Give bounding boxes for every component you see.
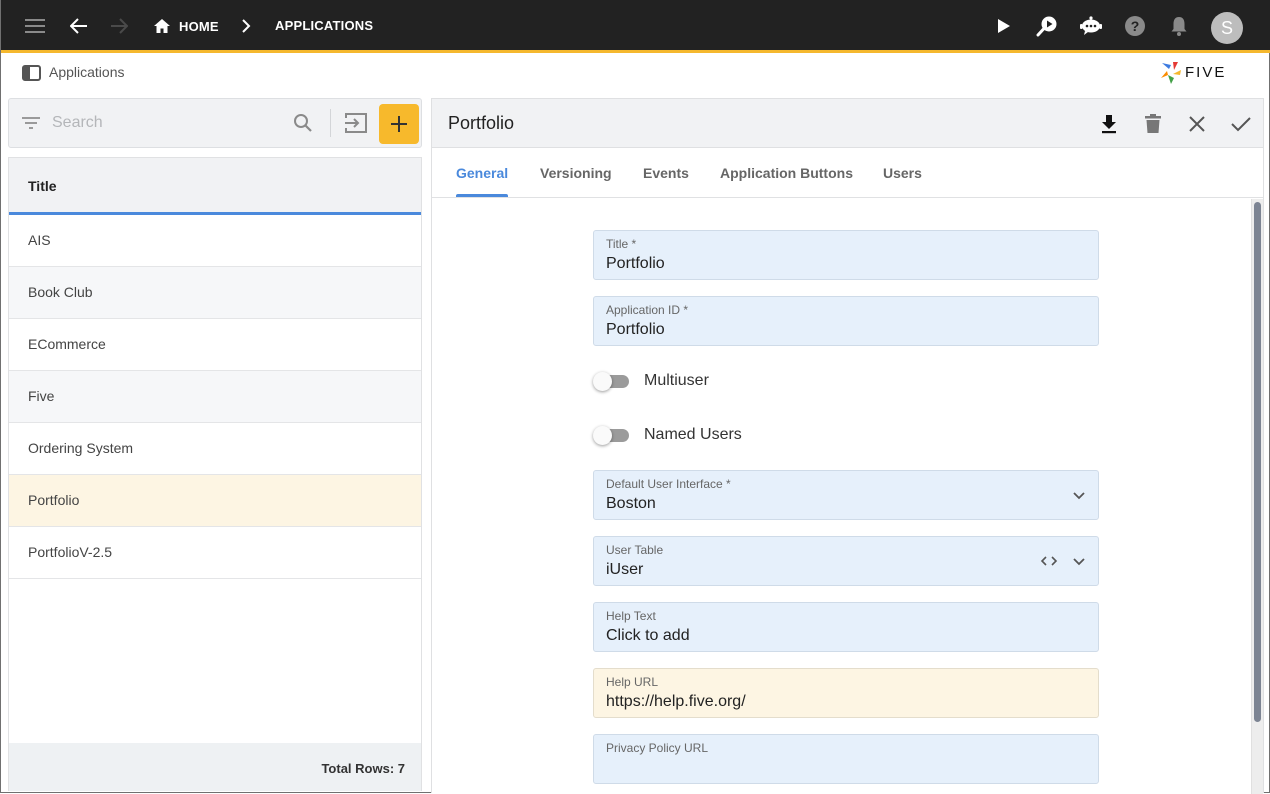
search-icon[interactable] bbox=[292, 112, 314, 134]
breadcrumb-home-label: HOME bbox=[179, 18, 219, 34]
list-item-title: ECommerce bbox=[28, 336, 106, 352]
app-window: HOME APPLICATIONS ? S Applications FIVE … bbox=[0, 0, 1270, 794]
scrollbar-thumb[interactable] bbox=[1254, 202, 1261, 722]
chevron-down-icon[interactable] bbox=[1072, 554, 1086, 568]
list-item[interactable]: ECommerce bbox=[9, 319, 421, 371]
tab-bar: General Versioning Events Application Bu… bbox=[432, 149, 1263, 198]
list-item-title: PortfolioV-2.5 bbox=[28, 544, 113, 560]
user-avatar[interactable]: S bbox=[1211, 12, 1243, 44]
add-button[interactable] bbox=[379, 104, 419, 144]
help-url-label: Help URL bbox=[606, 675, 659, 689]
list-item-selected[interactable]: Portfolio bbox=[9, 475, 421, 527]
tab-versioning[interactable]: Versioning bbox=[540, 165, 612, 181]
close-icon bbox=[1189, 116, 1205, 132]
application-id-field[interactable]: Application ID * Portfolio bbox=[593, 296, 1099, 346]
list-footer: Total Rows: 7 bbox=[9, 743, 421, 791]
svg-text:?: ? bbox=[1131, 18, 1140, 34]
tab-events[interactable]: Events bbox=[643, 165, 689, 181]
active-tab-indicator bbox=[456, 194, 508, 197]
chat-bot-icon[interactable] bbox=[1077, 12, 1105, 40]
play-icon[interactable] bbox=[990, 12, 1018, 40]
help-text-field[interactable]: Help Text Click to add bbox=[593, 602, 1099, 652]
breadcrumb-applications-label: APPLICATIONS bbox=[275, 18, 374, 33]
save-button[interactable] bbox=[1228, 111, 1254, 137]
list-item[interactable]: Five bbox=[9, 371, 421, 423]
search-play-icon[interactable] bbox=[1033, 12, 1061, 40]
column-header-title[interactable]: Title bbox=[9, 158, 421, 215]
toggle-knob bbox=[593, 426, 612, 445]
import-icon[interactable] bbox=[343, 111, 369, 135]
sub-header: Applications FIVE bbox=[1, 56, 1270, 90]
help-icon[interactable]: ? bbox=[1121, 12, 1149, 40]
forward-arrow-icon[interactable] bbox=[105, 12, 133, 40]
trash-icon bbox=[1145, 114, 1161, 133]
list-item-title: Five bbox=[28, 388, 55, 404]
code-icon[interactable] bbox=[1040, 554, 1058, 568]
toggle-knob bbox=[593, 372, 612, 391]
application-id-label: Application ID * bbox=[606, 303, 689, 317]
top-bar: HOME APPLICATIONS ? S bbox=[1, 0, 1270, 53]
user-table-select[interactable]: User Table iUser bbox=[593, 536, 1099, 586]
user-table-label: User Table bbox=[606, 543, 664, 557]
help-url-value: https://help.five.org/ bbox=[606, 693, 746, 710]
home-icon bbox=[154, 19, 170, 33]
total-rows: Total Rows: 7 bbox=[321, 761, 405, 776]
column-header-label: Title bbox=[28, 178, 57, 194]
title-field-value: Portfolio bbox=[606, 255, 665, 272]
multiuser-toggle[interactable] bbox=[593, 371, 629, 391]
tab-application-buttons[interactable]: Application Buttons bbox=[720, 165, 853, 181]
divider bbox=[330, 109, 331, 137]
named-users-toggle[interactable] bbox=[593, 425, 629, 445]
bell-icon[interactable] bbox=[1165, 12, 1193, 40]
delete-button[interactable] bbox=[1140, 111, 1166, 137]
panel-toggle-icon[interactable] bbox=[22, 65, 41, 81]
close-button[interactable] bbox=[1184, 111, 1210, 137]
detail-panel: Portfolio General Versioning Events Appl… bbox=[431, 98, 1264, 794]
filter-icon[interactable] bbox=[21, 115, 41, 131]
list-item[interactable]: Book Club bbox=[9, 267, 421, 319]
privacy-policy-url-label: Privacy Policy URL bbox=[606, 741, 709, 755]
privacy-policy-url-field[interactable]: Privacy Policy URL bbox=[593, 734, 1099, 784]
breadcrumb-home[interactable]: HOME bbox=[153, 18, 219, 34]
help-url-field[interactable]: Help URL https://help.five.org/ bbox=[593, 668, 1099, 718]
list-item-title: Book Club bbox=[28, 284, 93, 300]
title-field[interactable]: Title * Portfolio bbox=[593, 230, 1099, 280]
download-button[interactable] bbox=[1096, 111, 1122, 137]
plus-icon bbox=[391, 116, 407, 132]
page-title: Applications bbox=[49, 64, 125, 80]
title-field-label: Title * bbox=[606, 237, 637, 251]
tab-users[interactable]: Users bbox=[883, 165, 922, 181]
download-icon bbox=[1102, 115, 1116, 134]
multiuser-label: Multiuser bbox=[644, 372, 709, 389]
help-text-value: Click to add bbox=[606, 627, 690, 644]
list-item[interactable]: AIS bbox=[9, 215, 421, 267]
list-item[interactable]: PortfolioV-2.5 bbox=[9, 527, 421, 579]
default-ui-label: Default User Interface * bbox=[606, 477, 731, 491]
list-item[interactable]: Ordering System bbox=[9, 423, 421, 475]
detail-header: Portfolio bbox=[432, 99, 1263, 148]
search-bar bbox=[8, 98, 422, 148]
menu-icon[interactable] bbox=[21, 12, 49, 40]
svg-text:FIVE: FIVE bbox=[1185, 64, 1226, 81]
tab-general[interactable]: General bbox=[456, 165, 508, 181]
named-users-label: Named Users bbox=[644, 426, 742, 443]
record-title: Portfolio bbox=[448, 113, 515, 133]
chevron-right-icon bbox=[242, 19, 251, 33]
chevron-down-icon[interactable] bbox=[1072, 488, 1086, 502]
scrollbar[interactable] bbox=[1251, 199, 1263, 794]
application-id-value: Portfolio bbox=[606, 321, 665, 338]
help-text-label: Help Text bbox=[606, 609, 656, 623]
list-item-title: Portfolio bbox=[28, 492, 80, 508]
breadcrumb-applications[interactable]: APPLICATIONS bbox=[275, 18, 373, 33]
back-arrow-icon[interactable] bbox=[65, 12, 93, 40]
check-icon bbox=[1231, 117, 1251, 132]
five-logo: FIVE bbox=[1159, 59, 1249, 87]
user-table-value: iUser bbox=[606, 561, 644, 578]
search-input[interactable] bbox=[52, 111, 282, 135]
default-user-interface-select[interactable]: Default User Interface * Boston bbox=[593, 470, 1099, 520]
applications-list: Title AIS Book Club ECommerce Five Order… bbox=[8, 157, 422, 791]
default-ui-value: Boston bbox=[606, 495, 656, 512]
list-item-title: AIS bbox=[28, 232, 51, 248]
list-item-title: Ordering System bbox=[28, 440, 134, 456]
